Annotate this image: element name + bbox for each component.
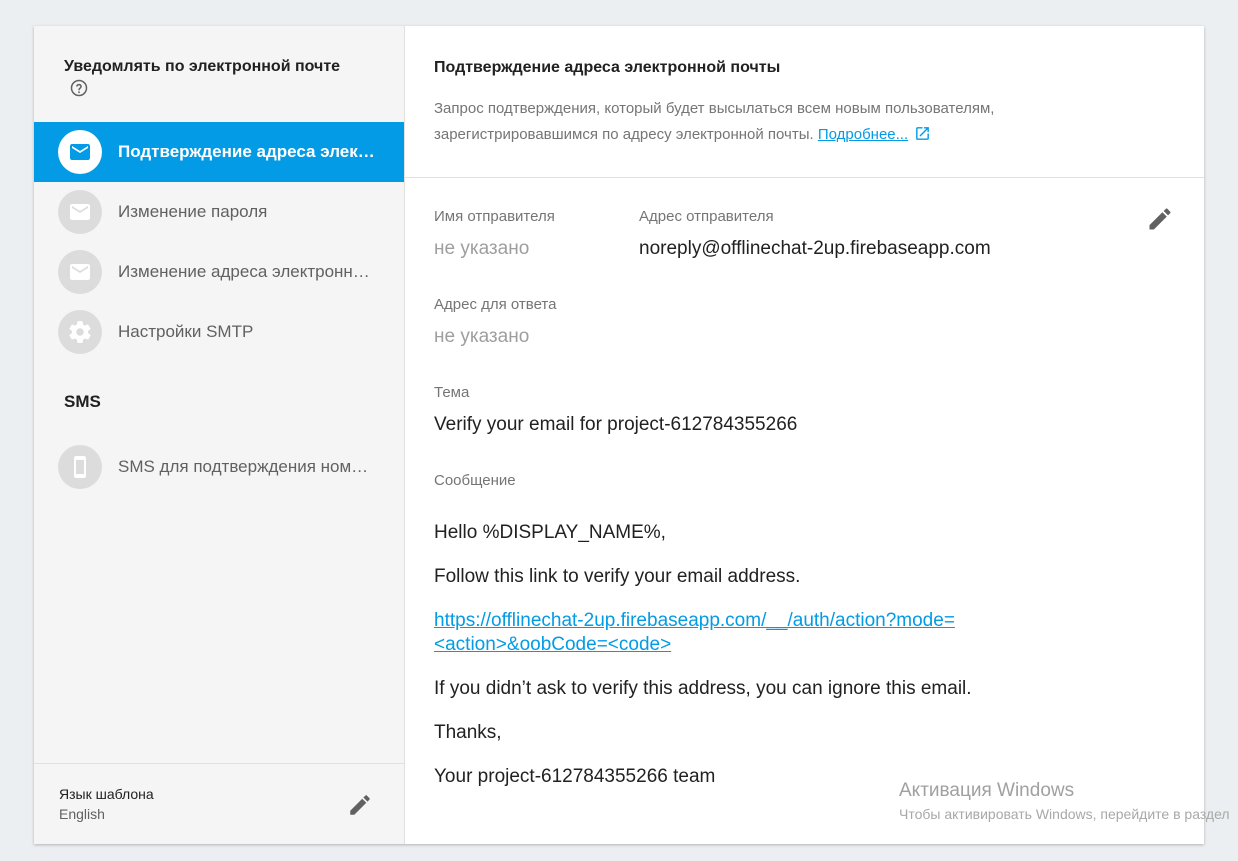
sidebar-item-label: Изменение пароля [118,202,268,221]
message-thanks: Thanks, [434,722,502,743]
description-text-line1: Запрос подтверждения, который будет высы… [434,100,995,117]
phone-icon [58,445,102,489]
edit-language-button[interactable] [347,792,373,818]
template-description: Запрос подтверждения, который будет высы… [434,96,1134,151]
subject-value: Verify your email for project-6127843552… [434,414,798,435]
sidebar-item-email-change[interactable]: Изменение адреса электронн… [34,242,404,302]
edit-template-button[interactable] [1146,205,1174,233]
external-link-icon[interactable] [914,125,931,151]
sidebar-item-label: SMS для подтверждения ном… [118,457,369,476]
sidebar-item-smtp-settings[interactable]: Настройки SMTP [34,302,404,362]
sidebar-item-password-reset[interactable]: Изменение пароля [34,182,404,242]
template-language-value: English [59,806,105,822]
templates-card: Уведомлять по электронной почте Подтверж… [34,26,1204,844]
page-title: Подтверждение адреса электронной почты [434,59,781,76]
sidebar-item-label: Подтверждение адреса элек… [118,142,375,161]
gear-icon [58,310,102,354]
verification-link-line1[interactable]: https://offlinechat-2up.firebaseapp.com/… [434,610,955,631]
mail-icon [58,130,102,174]
windows-activation-subtitle: Чтобы активировать Windows, перейдите в … [899,806,1230,822]
pencil-icon [350,795,370,815]
windows-activation-title: Активация Windows [899,780,1075,801]
email-section-heading: Уведомлять по электронной почте [64,58,341,75]
sms-section-heading: SMS [64,392,101,411]
description-text-line2: зарегистрировавшимся по адресу электронн… [434,126,814,143]
pencil-icon [1149,208,1171,230]
verification-link[interactable]: https://offlinechat-2up.firebaseapp.com/… [434,609,955,657]
sidebar-item-sms-verification[interactable]: SMS для подтверждения ном… [34,437,404,497]
message-ignore-note: If you didn’t ask to verify this address… [434,678,972,699]
learn-more-link[interactable]: Подробнее... [818,126,908,143]
section-divider [405,177,1204,178]
sender-name-value: не указано [434,238,530,259]
sender-name-label: Имя отправителя [434,208,555,225]
message-signature: Your project-612784355266 team [434,766,716,787]
template-detail: Подтверждение адреса электронной почты З… [405,26,1204,844]
sidebar-item-label: Изменение адреса электронн… [118,262,370,281]
sender-address-value: noreply@offlinechat-2up.firebaseapp.com [639,238,991,259]
sidebar-item-label: Настройки SMTP [118,322,254,341]
mail-icon [58,250,102,294]
sender-address-label: Адрес отправителя [639,208,774,225]
message-greeting: Hello %DISPLAY_NAME%, [434,522,666,543]
reply-to-value: не указано [434,326,530,347]
sidebar-item-email-verification[interactable]: Подтверждение адреса элек… [34,122,404,182]
mail-icon [58,190,102,234]
template-language-label: Язык шаблона [59,786,154,802]
message-label: Сообщение [434,472,516,489]
verification-link-line2[interactable]: <action>&oobCode=<code> [434,634,671,655]
template-sidebar: Уведомлять по электронной почте Подтверж… [34,26,405,844]
help-circle-icon[interactable] [70,79,88,97]
message-instruction: Follow this link to verify your email ad… [434,566,801,587]
subject-label: Тема [434,384,470,401]
template-language-footer: Язык шаблона English [34,763,404,845]
reply-to-label: Адрес для ответа [434,296,557,313]
